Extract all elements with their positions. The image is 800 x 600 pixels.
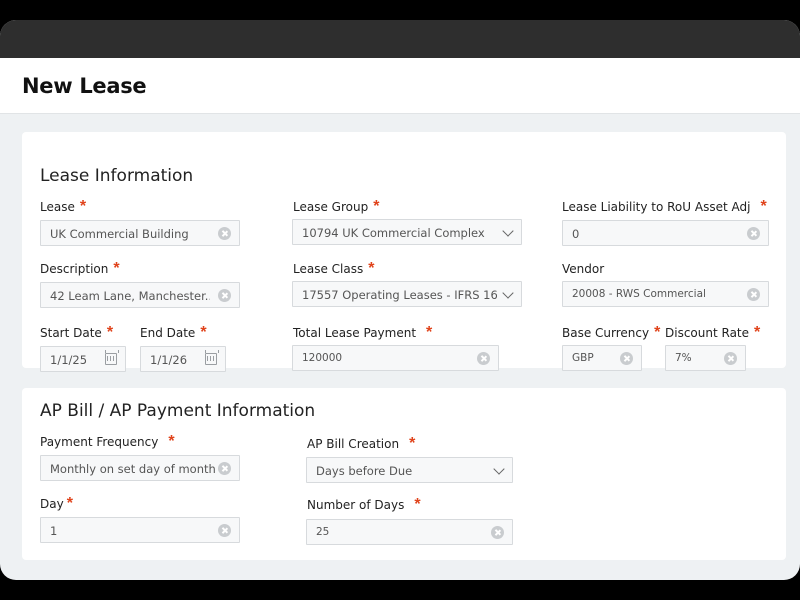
ap-bill-creation-select[interactable]: Days before Due [306,457,513,483]
number-of-days-field: Number of Days * [307,496,421,514]
field-label: Start Date [40,326,102,340]
required-marker: * [409,435,416,452]
ap-information-section: AP Bill / AP Payment Information Payment… [22,388,786,560]
end-date-input[interactable]: 1/1/26 [140,346,226,372]
ap-bill-creation-value: Days before Due [316,464,413,478]
lease-value: UK Commercial Building [50,227,189,241]
vendor-value: 20008 - RWS Commercial [572,288,706,300]
calendar-icon[interactable] [104,350,119,365]
required-marker: * [426,324,433,341]
lease-class-field: Lease Class * [293,260,374,278]
clear-icon[interactable] [747,227,760,240]
payment-frequency-value: Monthly on set day of month [50,462,216,476]
start-date-value: 1/1/25 [50,353,88,367]
required-marker: * [113,260,120,277]
page-header: New Lease [0,58,800,114]
field-label: Payment Frequency [40,435,159,449]
calendar-icon[interactable] [204,350,219,365]
field-label: Base Currency [562,326,650,340]
required-marker: * [654,324,661,341]
window-titlebar [0,20,800,58]
description-input[interactable]: 42 Leam Lane, Manchester... [40,282,240,308]
field-label: Vendor [562,262,605,276]
payment-frequency-input[interactable]: Monthly on set day of month [40,455,240,481]
description-field: Description * [40,260,120,278]
ap-bill-creation-field: AP Bill Creation * [307,435,415,453]
number-of-days-input[interactable]: 25 [306,519,513,545]
lease-class-select[interactable]: 17557 Operating Leases - IFRS 16 [292,281,522,307]
vendor-field: Vendor [562,260,604,278]
field-label: AP Bill Creation [307,437,400,451]
required-marker: * [368,260,375,277]
app-window: New Lease Lease Information Lease * UK Co… [0,20,800,580]
discount-rate-input[interactable]: 7% [665,345,746,371]
page-title: New Lease [22,74,147,98]
discount-rate-value: 7% [675,352,692,364]
required-marker: * [168,433,175,450]
base-currency-value: GBP [572,352,594,364]
liability-adj-value: 0 [572,227,580,241]
lease-field: Lease * [40,198,86,216]
required-marker: * [754,324,761,341]
field-label: Discount Rate [665,326,750,340]
required-marker: * [79,198,87,215]
required-marker: * [200,324,207,341]
lease-input[interactable]: UK Commercial Building [40,220,240,246]
lease-group-value: 10794 UK Commercial Complex [302,226,485,240]
base-currency-field: Base Currency * [562,324,660,342]
liability-adj-field: Lease Liability to RoU Asset Adj * [562,198,767,216]
vendor-input[interactable]: 20008 - RWS Commercial [562,281,769,307]
field-label: Lease Liability to RoU Asset Adj [562,200,751,214]
day-field: Day * [40,495,73,513]
section-title: AP Bill / AP Payment Information [40,401,316,421]
chevron-down-icon [502,287,514,299]
clear-icon[interactable] [491,526,504,539]
liability-adj-input[interactable]: 0 [562,220,769,246]
lease-class-value: 17557 Operating Leases - IFRS 16 [302,288,497,302]
required-marker: * [106,324,114,341]
total-payment-input[interactable]: 120000 [292,345,499,371]
lease-information-section: Lease Information Lease * UK Commercial B… [22,132,786,372]
day-value: 1 [50,524,58,538]
base-currency-input[interactable]: GBP [562,345,642,371]
field-label: Total Lease Payment [293,326,417,340]
chevron-down-icon [502,225,514,237]
discount-rate-field: Discount Rate * [665,324,760,342]
clear-icon[interactable] [218,524,231,537]
required-marker: * [66,495,73,512]
start-date-field: Start Date * [40,324,113,342]
clear-icon[interactable] [747,288,760,301]
clear-icon[interactable] [477,352,490,365]
field-label: Number of Days [307,498,405,512]
payment-frequency-field: Payment Frequency * [40,433,175,451]
field-label: Description [40,262,109,276]
clear-icon[interactable] [620,352,633,365]
required-marker: * [760,198,767,215]
clear-icon[interactable] [218,462,231,475]
clear-icon[interactable] [218,227,231,240]
description-value: 42 Leam Lane, Manchester... [50,289,210,303]
field-label: End Date [140,326,196,340]
required-marker: * [373,198,380,215]
clear-icon[interactable] [218,289,231,302]
lease-group-field: Lease Group * [293,198,379,216]
total-payment-value: 120000 [302,352,343,364]
number-of-days-value: 25 [316,526,330,538]
section-title: Lease Information [40,166,194,186]
chevron-down-icon [493,463,505,475]
required-marker: * [414,496,421,513]
total-payment-field: Total Lease Payment * [293,324,432,342]
lease-group-select[interactable]: 10794 UK Commercial Complex [292,219,522,245]
field-label: Day [40,497,64,511]
field-label: Lease Group [293,200,369,214]
end-date-value: 1/1/26 [150,353,188,367]
clear-icon[interactable] [724,352,737,365]
field-label: Lease [40,200,75,214]
start-date-input[interactable]: 1/1/25 [40,346,126,372]
end-date-field: End Date * [140,324,207,342]
field-label: Lease Class [293,262,364,276]
day-input[interactable]: 1 [40,517,240,543]
